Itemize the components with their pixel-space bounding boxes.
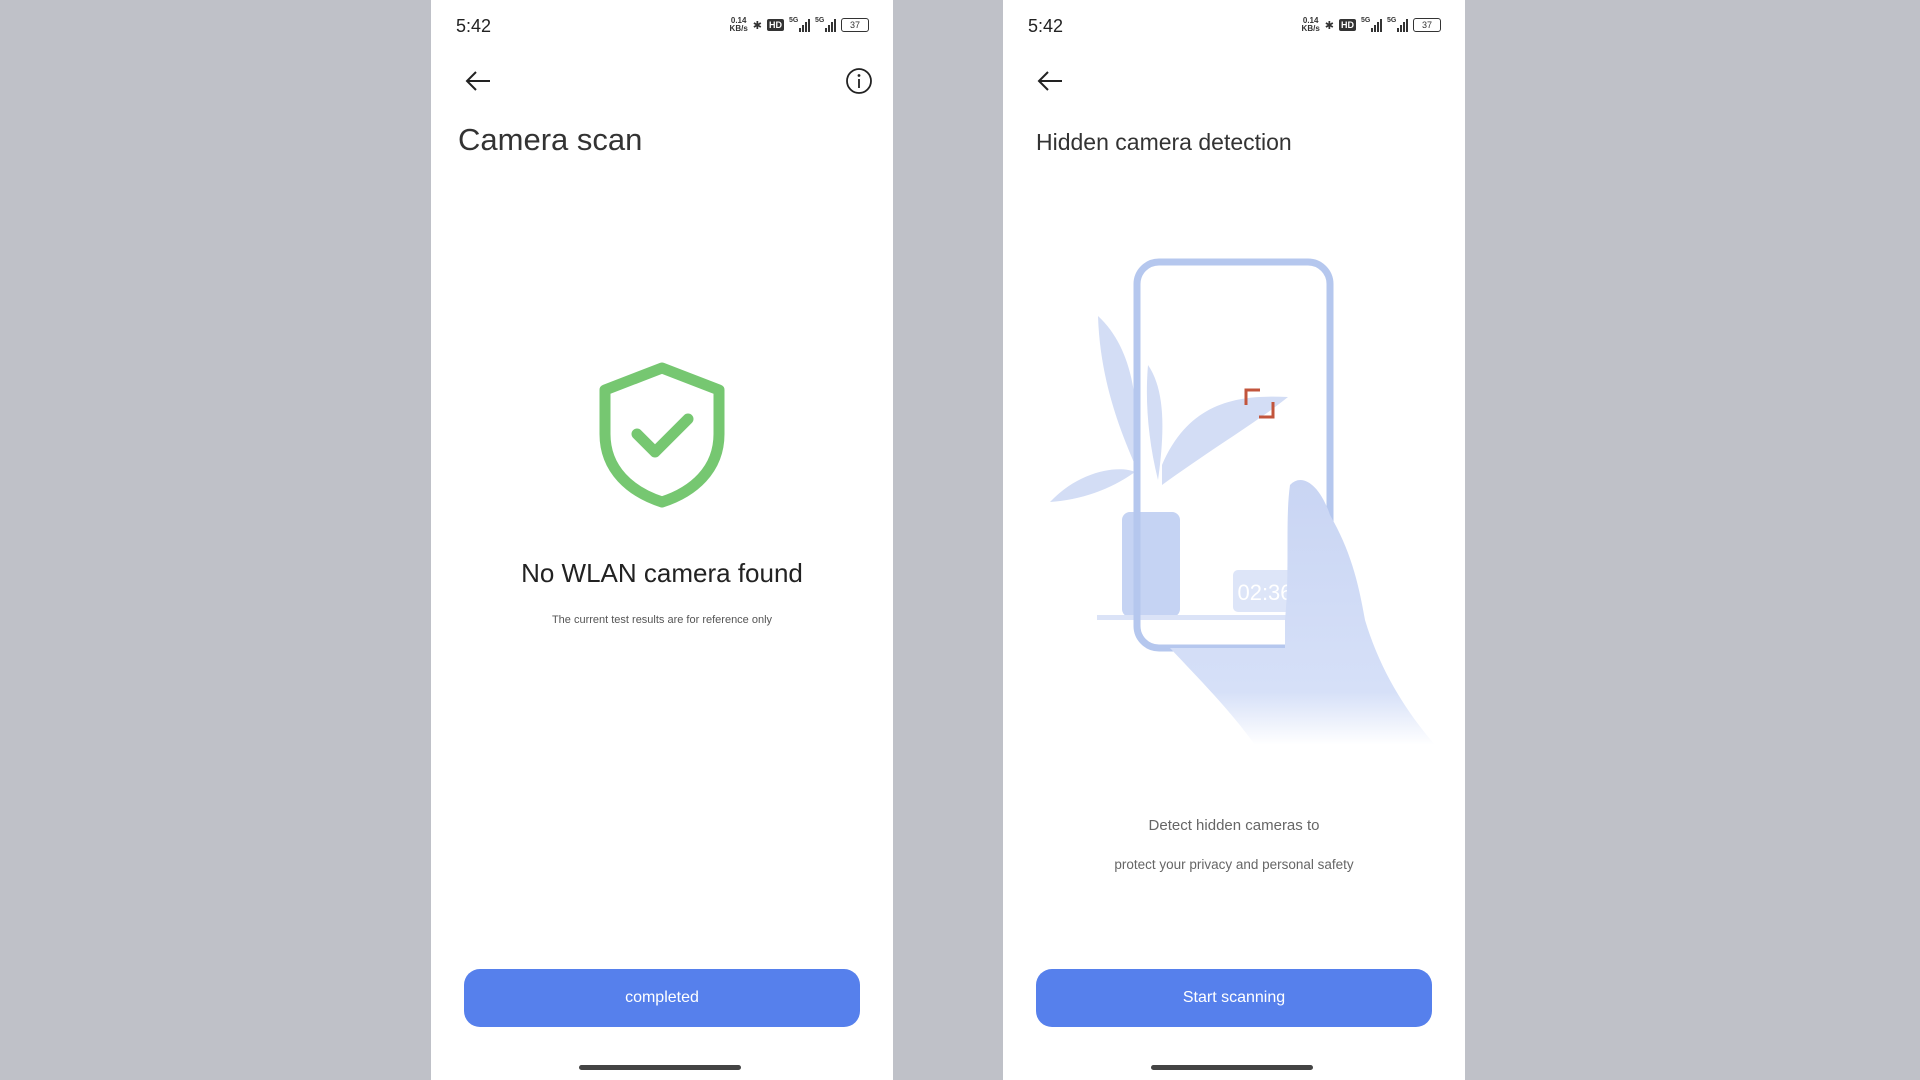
- hd-icon: HD: [1339, 19, 1356, 31]
- battery-icon: 37: [1413, 18, 1441, 32]
- page-title: Hidden camera detection: [1036, 129, 1292, 155]
- signal-icon: 5G: [815, 17, 836, 32]
- hd-icon: HD: [767, 19, 784, 31]
- network-speed: 0.14 KB/s: [1301, 16, 1320, 33]
- signal-icon: 5G: [789, 17, 810, 32]
- status-icons: 0.14 KB/s ✱ HD 5G 5G 37: [730, 17, 869, 33]
- page-title: Camera scan: [458, 122, 643, 157]
- phone-scan-illustration: 02:36: [1050, 258, 1435, 745]
- info-icon[interactable]: [845, 67, 873, 95]
- result-note: The current test results are for referen…: [551, 614, 773, 626]
- hand-illustration: [1170, 479, 1435, 745]
- start-scanning-button[interactable]: Start scanning: [1036, 969, 1432, 1027]
- description-line-2: protect your privacy and personal safety: [1114, 857, 1354, 872]
- shield-check-icon: [599, 362, 725, 508]
- phone-screen-hidden-camera: 5:42 0.14 KB/s ✱ HD 5G 5G 37 Hidden camer…: [1003, 0, 1465, 1080]
- signal-icon: 5G: [1387, 17, 1408, 32]
- status-time: 5:42: [456, 16, 492, 36]
- completed-button[interactable]: completed: [464, 969, 860, 1027]
- status-icons: 0.14 KB/s ✱ HD 5G 5G 37: [1302, 17, 1441, 33]
- back-arrow-icon[interactable]: [463, 66, 493, 96]
- home-indicator[interactable]: [579, 1065, 741, 1070]
- bluetooth-icon: ✱: [1324, 19, 1334, 32]
- back-arrow-icon[interactable]: [1035, 66, 1065, 96]
- bluetooth-icon: ✱: [752, 19, 762, 32]
- phone-screen-camera-scan: 5:42 0.14 KB/s ✱ HD 5G 5G 37 Camera scan …: [431, 0, 893, 1080]
- battery-icon: 37: [841, 18, 869, 32]
- home-indicator[interactable]: [1151, 1065, 1313, 1070]
- description-line-1: Detect hidden cameras to: [1148, 817, 1320, 834]
- network-speed: 0.14 KB/s: [729, 16, 748, 33]
- status-time: 5:42: [1028, 16, 1064, 36]
- timer-text: 02:36: [1237, 580, 1292, 605]
- signal-icon: 5G: [1361, 17, 1382, 32]
- result-heading: No WLAN camera found: [521, 558, 803, 588]
